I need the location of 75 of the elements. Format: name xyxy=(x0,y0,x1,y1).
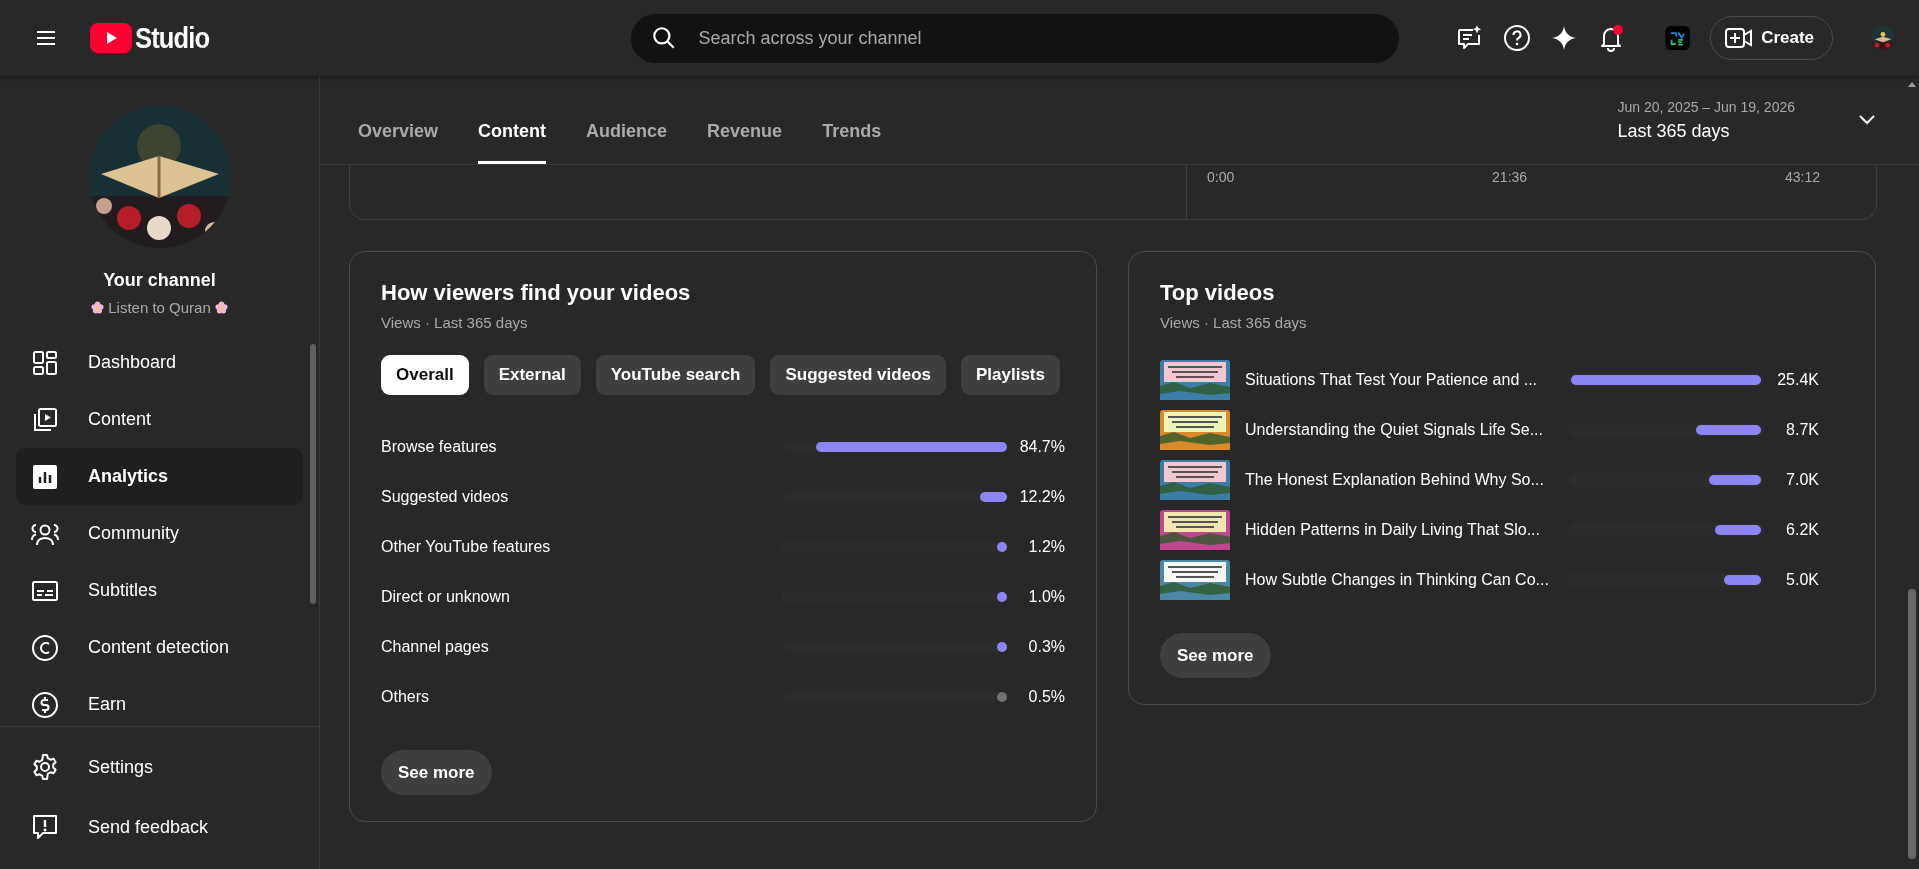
axis-label: 21:36 xyxy=(1492,169,1528,187)
play-logo-icon xyxy=(90,23,132,53)
percentage: 1.0% xyxy=(1027,588,1065,606)
sidebar-item[interactable]: Earn xyxy=(16,676,303,726)
video-title[interactable]: How Subtle Changes in Thinking Can Co... xyxy=(1245,571,1568,589)
tab[interactable]: Content xyxy=(478,104,547,164)
search-bar[interactable]: Search across your channel xyxy=(630,13,1399,63)
card-subtitle: Views · Last 365 days xyxy=(1160,314,1308,331)
dashboard-icon xyxy=(30,349,60,376)
percentage: 0.3% xyxy=(1027,638,1065,656)
source-label: Other YouTube features xyxy=(381,538,552,556)
video-title[interactable]: The Honest Explanation Behind Why So... xyxy=(1245,471,1568,489)
tab[interactable]: Trends xyxy=(822,104,882,164)
sidebar-item[interactable]: Subtitles xyxy=(16,562,303,619)
video-title[interactable]: Hidden Patterns in Daily Living That Slo... xyxy=(1245,521,1568,539)
tab[interactable]: Overview xyxy=(358,104,439,164)
search-field[interactable]: Search across your channel xyxy=(696,26,1379,50)
video-add-icon xyxy=(1725,27,1754,49)
view-count: 5.0K xyxy=(1785,571,1819,589)
search-icon[interactable] xyxy=(650,25,677,51)
chevron-down-icon xyxy=(1857,114,1877,126)
view-count: 8.7K xyxy=(1785,421,1819,439)
sidebar-item[interactable]: Settings xyxy=(16,737,303,797)
percentage: 1.2% xyxy=(1027,538,1065,556)
tab[interactable]: Revenue xyxy=(707,104,783,164)
filter-chip[interactable]: Overall xyxy=(381,355,469,395)
view-count: 7.0K xyxy=(1785,471,1819,489)
filter-chip[interactable]: Suggested videos xyxy=(770,355,946,395)
channel-title: Your channel xyxy=(103,270,216,291)
video-title[interactable]: Understanding the Quiet Signals Life Se... xyxy=(1245,421,1568,439)
help-icon[interactable] xyxy=(1503,24,1531,52)
card-title: Top videos xyxy=(1160,280,1276,306)
scroll-up-icon[interactable] xyxy=(1908,81,1916,87)
filter-chip[interactable]: External xyxy=(483,355,581,395)
subtitles-icon xyxy=(30,578,60,603)
feedback-icon xyxy=(30,813,60,841)
axis-label: 43:12 xyxy=(1784,169,1820,187)
channel-name: Listen to Quran xyxy=(108,299,211,316)
source-label: Channel pages xyxy=(381,638,490,656)
tab[interactable]: Audience xyxy=(586,104,668,164)
sidebar-item[interactable]: Analytics xyxy=(16,448,303,505)
source-label: Suggested videos xyxy=(381,488,510,506)
date-range-selector[interactable]: Jun 20, 2025 – Jun 19, 2026 Last 365 days xyxy=(1617,76,1877,164)
filter-chip[interactable]: Playlists xyxy=(960,355,1060,395)
see-more-button[interactable]: See more xyxy=(1160,633,1271,678)
view-count: 6.2K xyxy=(1785,521,1819,539)
percentage: 12.2% xyxy=(1018,488,1065,506)
flower-icon xyxy=(91,301,105,314)
axis-label: 0:00 xyxy=(1207,169,1235,187)
see-more-button[interactable]: See more xyxy=(381,750,492,795)
sidebar-item[interactable]: Content detection xyxy=(16,619,303,676)
flower-icon xyxy=(214,301,228,314)
card-subtitle: Views · Last 365 days xyxy=(381,314,529,331)
sidebar-item[interactable]: Send feedback xyxy=(16,797,303,857)
feedback-sparkle-icon[interactable] xyxy=(1455,24,1483,52)
card-title: How viewers find your videos xyxy=(381,280,692,306)
sparkle-icon[interactable] xyxy=(1551,25,1577,51)
video-title[interactable]: Situations That Test Your Patience and ... xyxy=(1245,371,1568,389)
logo-text: Studio xyxy=(135,21,210,55)
filter-chip[interactable]: YouTube search xyxy=(595,355,756,395)
source-label: Browse features xyxy=(381,438,498,456)
sidebar-item[interactable]: Dashboard xyxy=(16,334,303,391)
percentage: 0.5% xyxy=(1027,688,1065,706)
dollar-icon xyxy=(30,690,60,719)
sidebar-item[interactable]: Community xyxy=(16,505,303,562)
sidebar-item[interactable]: Content xyxy=(16,391,303,448)
copyright-icon xyxy=(30,633,60,662)
settings-icon xyxy=(30,753,60,781)
percentage: 84.7% xyxy=(1018,438,1065,456)
scrollbar[interactable] xyxy=(1908,589,1916,859)
bar-chart-icon xyxy=(30,463,60,490)
source-label: Others xyxy=(381,688,430,706)
scrollbar[interactable] xyxy=(310,344,316,604)
source-label: Direct or unknown xyxy=(381,588,511,606)
view-count: 25.4K xyxy=(1776,371,1819,389)
